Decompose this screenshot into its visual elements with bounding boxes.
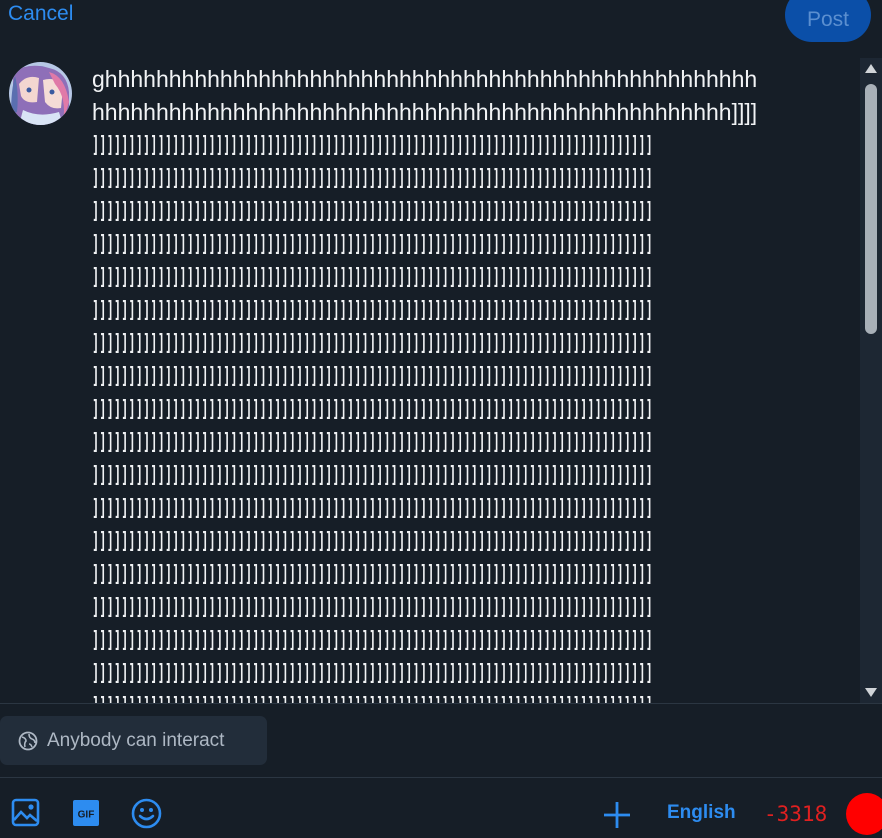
text-line: ]]]]]]]]]]]]]]]]]]]]]]]]]]]]]]]]]]]]]]]]… (92, 463, 653, 488)
post-button-label: Post (806, 8, 850, 31)
text-line: ]]]]]]]]]]]]]]]]]]]]]]]]]]]]]]]]]]]]]]]]… (92, 133, 653, 158)
text-line: ghhhhhhhhhhhhhhhhhhhhhhhhhhhhhhhhhhhhhhh… (92, 66, 758, 92)
text-line: ]]]]]]]]]]]]]]]]]]]]]]]]]]]]]]]]]]]]]]]]… (92, 364, 653, 389)
text-line: ]]]]]]]]]]]]]]]]]]]]]]]]]]]]]]]]]]]]]]]]… (92, 331, 653, 356)
text-line: ]]]]]]]]]]]]]]]]]]]]]]]]]]]]]]]]]]]]]]]]… (92, 628, 653, 653)
scroll-down-arrow[interactable] (865, 688, 877, 697)
cancel-button[interactable]: Cancel (8, 2, 73, 26)
text-line: ]]]]]]]]]]]]]]]]]]]]]]]]]]]]]]]]]]]]]]]]… (92, 529, 653, 554)
text-line: ]]]]]]]]]]]]]]]]]]]]]]]]]]]]]]]]]]]]]]]]… (92, 430, 653, 455)
character-count: -3318 (764, 802, 828, 826)
scroll-thumb[interactable] (865, 84, 877, 334)
svg-text:GIF: GIF (78, 810, 95, 821)
text-line: ]]]]]]]]]]]]]]]]]]]]]]]]]]]]]]]]]]]]]]]]… (92, 562, 653, 587)
divider (0, 777, 882, 778)
text-line: ]]]]]]]]]]]]]]]]]]]]]]]]]]]]]]]]]]]]]]]]… (92, 397, 653, 422)
character-limit-indicator (846, 793, 882, 835)
text-line: ]]]]]]]]]]]]]]]]]]]]]]]]]]]]]]]]]]]]]]]]… (92, 694, 653, 703)
text-line: ]]]]]]]]]]]]]]]]]]]]]]]]]]]]]]]]]]]]]]]]… (92, 166, 653, 191)
image-icon[interactable] (10, 797, 42, 829)
avatar-image (9, 62, 72, 125)
text-line: ]]]]]]]]]]]]]]]]]]]]]]]]]]]]]]]]]]]]]]]]… (92, 232, 653, 257)
text-line: ]]]]]]]]]]]]]]]]]]]]]]]]]]]]]]]]]]]]]]]]… (92, 595, 653, 620)
emoji-icon[interactable] (130, 797, 163, 830)
compose-post-screen: Cancel Post ghhhhhhhhhhhhhhhhhhhhhhhhhhh… (0, 0, 882, 838)
interaction-label: Anybody can interact (47, 730, 225, 751)
text-line: hhhhhhhhhhhhhhhhhhhhhhhhhhhhhhhhhhhhhhhh… (92, 99, 758, 125)
plus-icon[interactable] (601, 799, 633, 831)
language-selector[interactable]: English (667, 802, 736, 824)
post-text-editor[interactable]: ghhhhhhhhhhhhhhhhhhhhhhhhhhhhhhhhhhhhhhh… (0, 58, 860, 703)
text-line: ]]]]]]]]]]]]]]]]]]]]]]]]]]]]]]]]]]]]]]]]… (92, 298, 653, 323)
text-line: ]]]]]]]]]]]]]]]]]]]]]]]]]]]]]]]]]]]]]]]]… (92, 496, 653, 521)
gif-icon[interactable]: GIF (70, 797, 102, 829)
divider (0, 703, 882, 704)
earth-icon (18, 731, 38, 751)
text-line: ]]]]]]]]]]]]]]]]]]]]]]]]]]]]]]]]]]]]]]]]… (92, 199, 653, 224)
interaction-settings-button[interactable]: Anybody can interact (0, 716, 267, 765)
text-line: ]]]]]]]]]]]]]]]]]]]]]]]]]]]]]]]]]]]]]]]]… (92, 265, 653, 290)
post-button[interactable]: Post (785, 0, 871, 42)
scroll-up-arrow[interactable] (865, 64, 877, 73)
avatar[interactable] (9, 62, 72, 125)
text-line: ]]]]]]]]]]]]]]]]]]]]]]]]]]]]]]]]]]]]]]]]… (92, 661, 653, 686)
editor-scrollbar[interactable] (860, 58, 882, 703)
